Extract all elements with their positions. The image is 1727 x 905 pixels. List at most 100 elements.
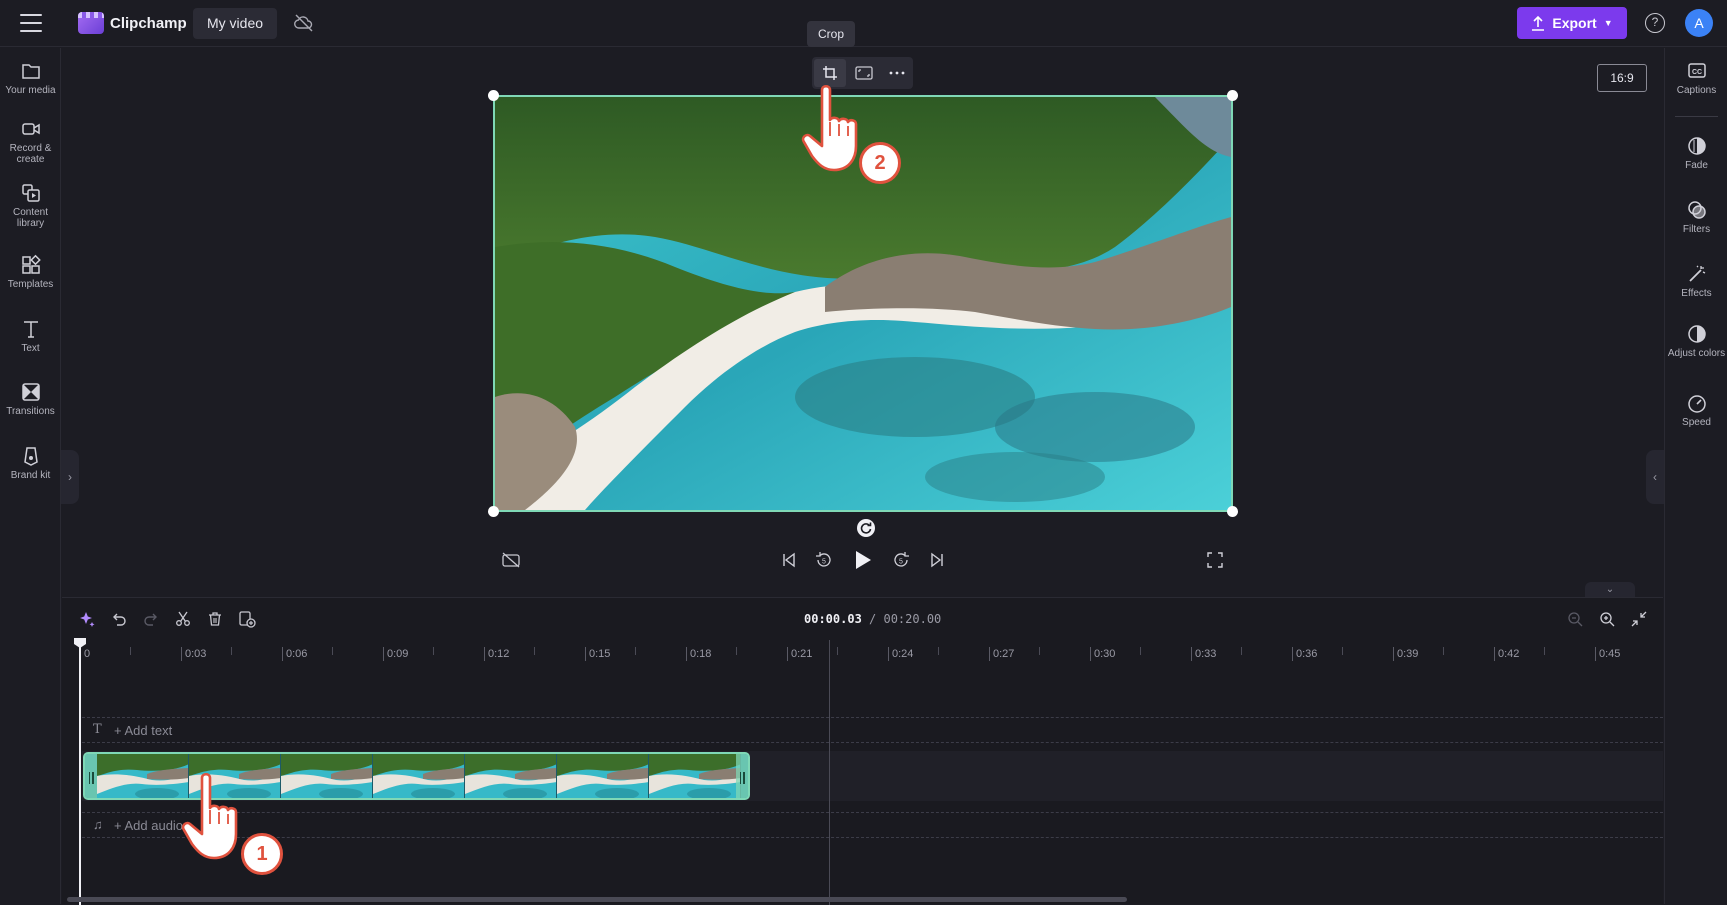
menu-icon[interactable] bbox=[20, 14, 42, 32]
zoom-out-button[interactable] bbox=[1564, 608, 1586, 630]
magic-button[interactable] bbox=[76, 608, 98, 630]
more-options-button[interactable] bbox=[881, 59, 913, 87]
templates-icon bbox=[21, 254, 41, 274]
rewind-5-button[interactable]: 5 bbox=[812, 548, 836, 572]
crop-icon bbox=[822, 66, 837, 80]
collapse-timeline-button[interactable]: ⌄ bbox=[1585, 582, 1635, 598]
split-button[interactable] bbox=[172, 608, 194, 630]
time-ruler[interactable]: 0 0:03 0:06 0:09 0:12 0:15 0:18 0:21 0:24 0:27 0:3… bbox=[62, 640, 1663, 666]
ruler-minor-tick bbox=[1443, 647, 1444, 655]
sidebar-item-label: Brand kit bbox=[10, 470, 51, 481]
ruler-label: 0:42 bbox=[1498, 648, 1520, 660]
svg-text:5: 5 bbox=[822, 559, 826, 566]
ruler-label: 0:39 bbox=[1397, 648, 1419, 660]
sidebar-item-templates[interactable]: Templates bbox=[0, 254, 61, 290]
resize-handle[interactable] bbox=[1227, 90, 1238, 101]
resize-handle[interactable] bbox=[488, 506, 499, 517]
ruler-label: 0:36 bbox=[1296, 648, 1318, 660]
ruler-label: 0:45 bbox=[1599, 648, 1621, 660]
timeline-toolbar: 00:00.03 / 00:20.00 bbox=[62, 598, 1663, 640]
ruler-tick bbox=[686, 647, 687, 661]
ruler-tick bbox=[1494, 647, 1495, 661]
clip-trim-handle-left[interactable] bbox=[85, 754, 97, 798]
library-icon bbox=[21, 184, 40, 202]
ruler-label: 0:03 bbox=[185, 648, 207, 660]
ruler-tick bbox=[888, 647, 889, 661]
expand-right-panel-button[interactable]: ‹ bbox=[1646, 450, 1664, 504]
skip-to-start-button[interactable] bbox=[777, 548, 801, 572]
clip-trim-handle-right[interactable] bbox=[736, 754, 748, 798]
timeline-scrollbar[interactable] bbox=[67, 897, 1127, 902]
camera-off-icon bbox=[502, 552, 520, 568]
sidebar-item-content-library[interactable]: Content library bbox=[0, 182, 61, 229]
sidebar-item-speed[interactable]: Speed bbox=[1665, 392, 1727, 428]
clipchamp-logo-icon bbox=[78, 12, 104, 34]
resize-handle[interactable] bbox=[488, 90, 499, 101]
play-button[interactable] bbox=[851, 548, 875, 572]
playhead[interactable] bbox=[79, 639, 81, 905]
captions-icon: CC bbox=[1687, 63, 1706, 78]
ruler-tick bbox=[1191, 647, 1192, 661]
text-icon bbox=[23, 321, 38, 338]
music-note-icon: ♫ bbox=[93, 817, 103, 832]
aspect-ratio-button[interactable]: 16:9 bbox=[1597, 64, 1647, 92]
sparkle-icon bbox=[80, 612, 95, 627]
sidebar-item-text[interactable]: Text bbox=[0, 318, 61, 354]
sidebar-item-adjust-colors[interactable]: Adjust colors bbox=[1665, 323, 1727, 359]
sidebar-item-label: Fade bbox=[1685, 160, 1708, 171]
sidebar-item-record-create[interactable]: Record & create bbox=[0, 118, 61, 165]
ruler-label: 0:33 bbox=[1195, 648, 1217, 660]
export-button[interactable]: Export ▼ bbox=[1517, 7, 1627, 39]
step-badge: 2 bbox=[859, 142, 901, 184]
skip-forward-icon bbox=[931, 552, 943, 568]
avatar[interactable]: A bbox=[1685, 9, 1713, 37]
audio-track[interactable]: ♫ + Add audio bbox=[82, 812, 1663, 838]
current-time: 00:00.03 bbox=[804, 612, 862, 626]
add-media-icon bbox=[239, 611, 256, 628]
sidebar-item-label: Templates bbox=[7, 279, 54, 290]
ruler-tick bbox=[181, 647, 182, 661]
text-track[interactable]: T + Add text bbox=[82, 717, 1663, 743]
delete-button[interactable] bbox=[204, 608, 226, 630]
sidebar-item-your-media[interactable]: Your media bbox=[0, 60, 61, 96]
fit-timeline-button[interactable] bbox=[1628, 608, 1650, 630]
skip-to-end-button[interactable] bbox=[925, 548, 949, 572]
chevron-down-icon: ▼ bbox=[1603, 18, 1613, 28]
forward-5-button[interactable]: 5 bbox=[889, 548, 913, 572]
help-icon[interactable]: ? bbox=[1645, 13, 1665, 33]
ruler-label: 0:21 bbox=[791, 648, 813, 660]
undo-button[interactable] bbox=[108, 608, 130, 630]
ruler-minor-tick bbox=[231, 647, 232, 655]
ruler-minor-tick bbox=[534, 647, 535, 655]
sidebar-item-captions[interactable]: CC Captions bbox=[1665, 60, 1727, 96]
zoom-in-icon bbox=[1600, 612, 1615, 627]
ruler-minor-tick bbox=[837, 647, 838, 655]
expand-left-panel-button[interactable]: › bbox=[61, 450, 79, 504]
video-track bbox=[82, 751, 1663, 801]
project-title-input[interactable]: My video bbox=[193, 8, 278, 39]
sidebar-item-filters[interactable]: Filters bbox=[1665, 199, 1727, 235]
sidebar-item-fade[interactable]: Fade bbox=[1665, 135, 1727, 171]
sidebar-item-label: Captions bbox=[1676, 85, 1717, 96]
sidebar-item-label: Filters bbox=[1682, 224, 1711, 235]
camera-off-button[interactable] bbox=[499, 548, 523, 572]
add-audio-label: + Add audio bbox=[114, 818, 184, 833]
sidebar-item-label: Speed bbox=[1682, 417, 1711, 428]
timecode-display: 00:00.03 / 00:20.00 bbox=[804, 612, 941, 626]
fullscreen-button[interactable] bbox=[1203, 548, 1227, 572]
sidebar-item-effects[interactable]: Effects bbox=[1665, 263, 1727, 299]
ruler-tick bbox=[1090, 647, 1091, 661]
svg-text:CC: CC bbox=[1691, 69, 1701, 76]
rotate-handle[interactable] bbox=[857, 519, 875, 537]
fade-icon bbox=[1687, 137, 1706, 155]
ruler-minor-tick bbox=[635, 647, 636, 655]
resize-handle[interactable] bbox=[1227, 506, 1238, 517]
crop-tooltip: Crop bbox=[807, 21, 855, 47]
zoom-in-button[interactable] bbox=[1596, 608, 1618, 630]
sidebar-item-transitions[interactable]: Transitions bbox=[0, 381, 61, 417]
redo-button[interactable] bbox=[140, 608, 162, 630]
ruler-tick bbox=[1595, 647, 1596, 661]
add-media-button[interactable] bbox=[236, 608, 258, 630]
ruler-label: 0:30 bbox=[1094, 648, 1116, 660]
sidebar-item-brand-kit[interactable]: Brand kit bbox=[0, 445, 61, 481]
